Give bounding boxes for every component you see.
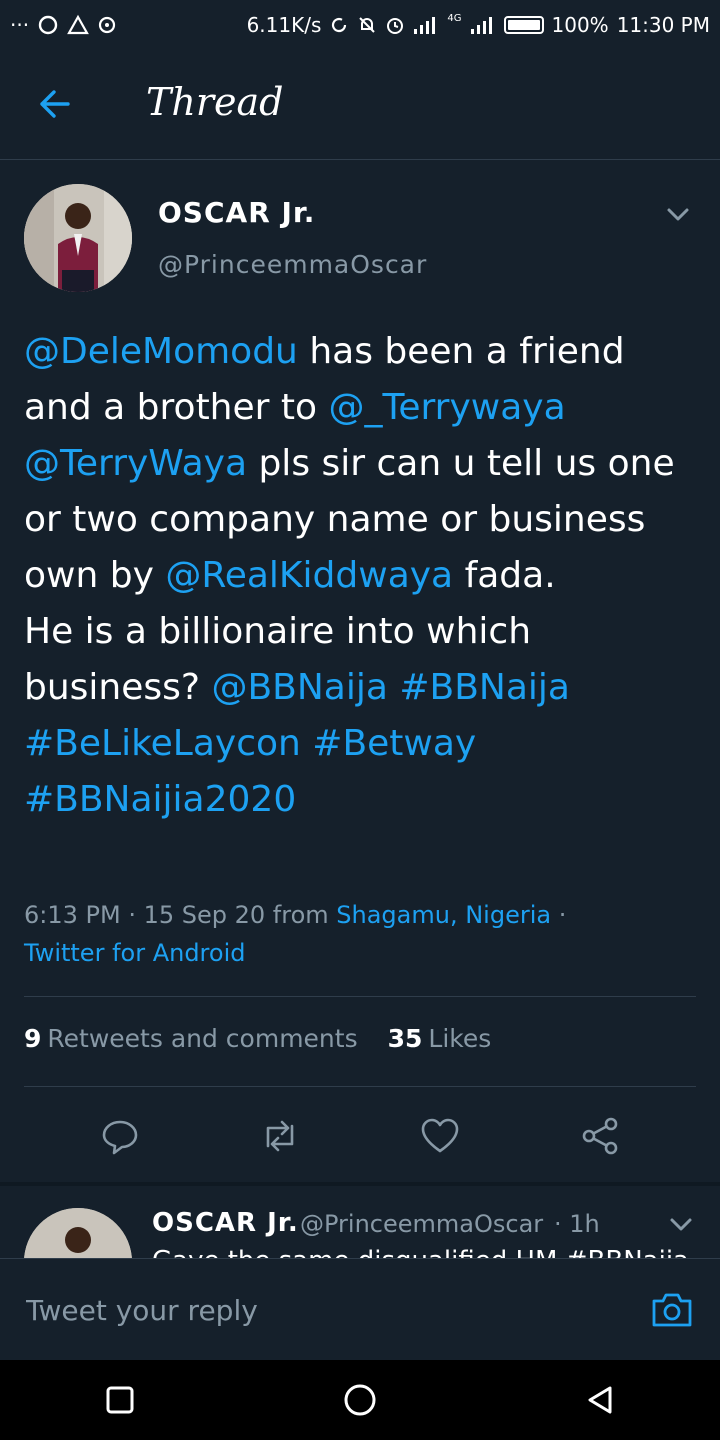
- share-icon[interactable]: [578, 1114, 622, 1158]
- retweets-stat[interactable]: 9 Retweets and comments: [24, 1024, 358, 1053]
- battery-icon: [503, 16, 544, 34]
- nav-back-icon[interactable]: [578, 1378, 622, 1422]
- nav-square-icon[interactable]: [98, 1378, 142, 1422]
- battery-level: 100%: [551, 13, 609, 37]
- like-icon[interactable]: [418, 1114, 462, 1158]
- sync-icon: [97, 15, 117, 35]
- tweet-text-segment: fada.: [453, 555, 556, 596]
- refresh-icon: [329, 15, 349, 35]
- camera-icon[interactable]: [650, 1289, 694, 1329]
- nav-circle-icon[interactable]: [338, 1378, 382, 1422]
- author-handle[interactable]: @PrinceemmaOscar: [158, 250, 427, 279]
- likes-count: 35: [387, 1024, 423, 1053]
- divider: [24, 996, 696, 997]
- tweet-location[interactable]: Shagamu, Nigeria: [336, 901, 551, 929]
- retweets-count: 9: [24, 1024, 42, 1053]
- divider: [24, 1086, 696, 1087]
- reply-composer: [0, 1258, 720, 1360]
- tweet-text-segment: [388, 667, 399, 708]
- tweet-link[interactable]: #Betway: [312, 723, 476, 764]
- network-type: 4G: [447, 13, 462, 24]
- more-notifications-icon: ···: [10, 13, 30, 37]
- tweet-link[interactable]: @_Terrywaya: [328, 387, 565, 428]
- chevron-down-icon[interactable]: [668, 1214, 694, 1236]
- retweet-icon[interactable]: [258, 1114, 302, 1158]
- tweet-link[interactable]: #BBNaija: [399, 667, 570, 708]
- tweet-timestamp: 6:13 PM · 15 Sep 20 from: [24, 901, 337, 929]
- chevron-down-icon[interactable]: [664, 202, 692, 226]
- thread-header: Thread: [0, 50, 720, 160]
- reply-time: · 1h: [554, 1210, 600, 1238]
- clock: 11:30 PM: [616, 13, 710, 37]
- tweet-link[interactable]: @TerryWaya: [24, 443, 247, 484]
- section-divider: [0, 1182, 720, 1186]
- tweet-meta: 6:13 PM · 15 Sep 20 from Shagamu, Nigeri…: [24, 896, 684, 972]
- mute-icon: [357, 15, 377, 35]
- tweet-link[interactable]: @DeleMomodu: [24, 331, 298, 372]
- reply-tweet[interactable]: OSCAR Jr. @PrinceemmaOscar · 1h Gave the…: [24, 1206, 696, 1260]
- avatar[interactable]: [24, 184, 132, 292]
- tweet-link[interactable]: #BeLikeLaycon: [24, 723, 301, 764]
- signal-icon-2: [470, 15, 496, 35]
- likes-label: Likes: [428, 1024, 492, 1053]
- data-speed: 6.11K/s: [246, 13, 322, 37]
- tweet-client[interactable]: Twitter for Android: [24, 939, 245, 967]
- signal-icon: [413, 15, 439, 35]
- reply-icon[interactable]: [98, 1114, 142, 1158]
- tweet-link[interactable]: #BBNaijia2020: [24, 779, 296, 820]
- tweet-text: @DeleMomodu has been a friend and a brot…: [24, 324, 696, 828]
- warning-icon: [67, 14, 89, 36]
- tweet-text-segment: [301, 723, 312, 764]
- chat-icon: [37, 14, 59, 36]
- retweets-label: Retweets and comments: [47, 1024, 358, 1053]
- tweet-actions: [0, 1104, 720, 1168]
- tweet-link[interactable]: @BBNaija: [211, 667, 387, 708]
- status-bar: ··· 6.11K/s 4G 100% 11:30 PM: [0, 0, 720, 50]
- reply-input[interactable]: [24, 1285, 608, 1335]
- tweet-author: OSCAR Jr. @PrinceemmaOscar: [24, 184, 696, 294]
- page-title: Thread: [146, 80, 284, 124]
- author-name[interactable]: OSCAR Jr.: [158, 196, 315, 229]
- avatar[interactable]: [24, 1208, 132, 1260]
- likes-stat[interactable]: 35 Likes: [388, 1024, 492, 1053]
- meta-separator: ·: [551, 901, 567, 929]
- back-arrow-icon[interactable]: [34, 86, 78, 122]
- reply-author-handle[interactable]: @PrinceemmaOscar: [300, 1210, 543, 1238]
- system-nav-bar: [0, 1360, 720, 1440]
- alarm-icon: [385, 15, 405, 35]
- reply-author-name[interactable]: OSCAR Jr.: [152, 1208, 299, 1238]
- tweet-stats: 9 Retweets and comments 35 Likes: [24, 1024, 491, 1053]
- tweet-link[interactable]: @RealKiddwaya: [165, 555, 453, 596]
